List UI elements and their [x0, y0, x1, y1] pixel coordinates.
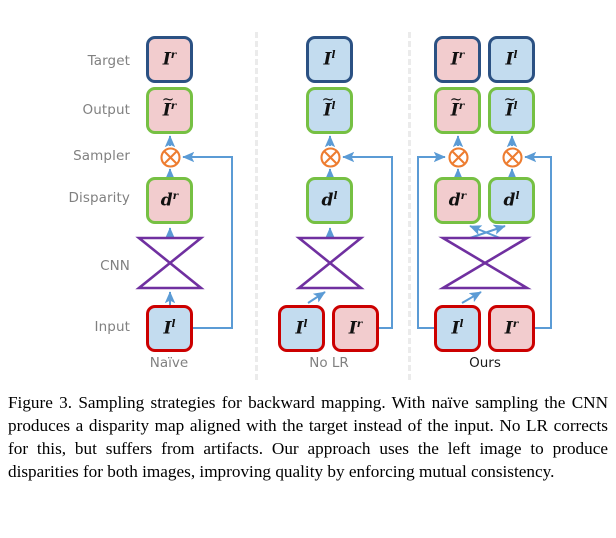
column-caption-naive: Naïve [149, 355, 189, 371]
col3-sampler-r-circle-times-icon [447, 146, 469, 168]
col3-target-I-l: Il [488, 36, 535, 83]
col2-sampler-circle-times-icon [319, 146, 341, 168]
node-base: d [321, 190, 334, 211]
col3-target-I-r: Ir [434, 36, 481, 83]
col1-target-I-r: Ir [146, 36, 193, 83]
col3-output-I-r: ~ Ir [434, 87, 481, 134]
node-sup: l [331, 49, 336, 62]
row-label-cnn: CNN [100, 258, 130, 274]
node-base: I [162, 49, 171, 70]
row-label-target: Target [87, 53, 130, 69]
col2-target-I-l: Il [306, 36, 353, 83]
col1-disparity-d-r: dr [146, 177, 193, 224]
col3-input-I-r: Ir [488, 305, 535, 352]
node-sup: l [333, 190, 338, 203]
node-base: I [504, 318, 513, 339]
figure-caption: Figure 3. Sampling strategies for backwa… [8, 393, 608, 481]
col2-input-I-l: Il [278, 305, 325, 352]
col2-disparity-d-l: dl [306, 177, 353, 224]
tilde-accent: ~ [321, 90, 335, 109]
node-sup: l [303, 318, 308, 331]
cnn-ours-shape [438, 236, 532, 290]
col3-disparity-d-r: dr [434, 177, 481, 224]
cnn-nolr-shape [295, 236, 365, 290]
tilde-accent: ~ [449, 90, 463, 109]
node-base: I [450, 49, 459, 70]
node-sup: l [515, 190, 520, 203]
node-sup: r [170, 49, 177, 62]
node-base: d [160, 190, 173, 211]
node-sup: r [512, 318, 519, 331]
tilde-accent: ~ [503, 90, 517, 109]
col1-output-I-r: ~ Ir [146, 87, 193, 134]
col3-input-I-l: Il [434, 305, 481, 352]
figure-diagram: Target Output Sampler Disparity CNN Inpu… [0, 0, 616, 392]
col1-sampler-circle-times-icon [159, 146, 181, 168]
node-sup: l [513, 49, 518, 62]
col3-output-I-l: ~ Il [488, 87, 535, 134]
node-sup: l [459, 318, 464, 331]
col2-input-I-r: Ir [332, 305, 379, 352]
node-base: I [348, 318, 357, 339]
column-caption-no-lr: No LR [309, 355, 349, 371]
row-label-input: Input [94, 319, 130, 335]
column-separator-2 [408, 32, 411, 380]
node-sup: r [460, 190, 467, 203]
node-sup: r [356, 318, 363, 331]
col3-disparity-d-l: dl [488, 177, 535, 224]
node-base: d [448, 190, 461, 211]
col1-input-I-l: Il [146, 305, 193, 352]
row-label-output: Output [82, 102, 130, 118]
col3-sampler-l-circle-times-icon [501, 146, 523, 168]
column-separator-1 [255, 32, 258, 380]
node-sup: r [458, 49, 465, 62]
node-base: d [503, 190, 516, 211]
col2-output-I-l: ~ Il [306, 87, 353, 134]
node-sup: l [171, 318, 176, 331]
tilde-accent: ~ [161, 90, 175, 109]
cnn-naive-shape [135, 236, 205, 290]
node-sup: r [172, 190, 179, 203]
column-caption-ours: Ours [469, 355, 501, 371]
row-label-disparity: Disparity [68, 190, 130, 206]
row-label-sampler: Sampler [73, 148, 130, 164]
